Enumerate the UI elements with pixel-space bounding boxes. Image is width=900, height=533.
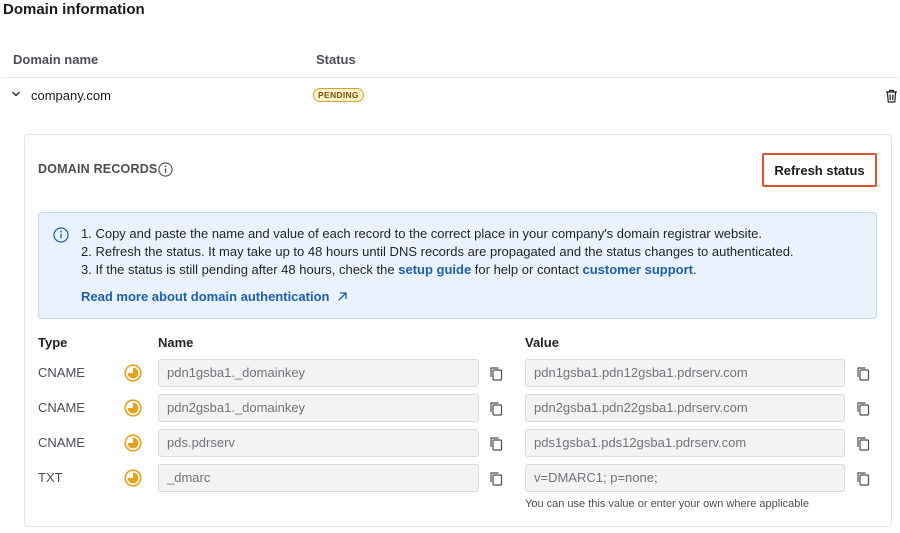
- record-name-field[interactable]: pds.pdrserv: [158, 429, 479, 457]
- status-badge: PENDING: [313, 88, 364, 102]
- read-more-link[interactable]: Read more about domain authentication: [81, 289, 348, 304]
- setup-guide-link[interactable]: setup guide: [398, 262, 471, 277]
- copy-icon[interactable]: [856, 401, 870, 416]
- column-header-status: Status: [316, 52, 356, 67]
- pending-status-icon: [124, 434, 142, 452]
- record-name-field[interactable]: pdn1gsba1._domainkey: [158, 359, 479, 387]
- chevron-down-icon[interactable]: [12, 90, 20, 98]
- external-link-icon: [338, 292, 347, 301]
- notice-step-3: 3. If the status is still pending after …: [81, 262, 697, 277]
- read-more-label: Read more about domain authentication: [81, 289, 330, 304]
- value-helper-text: You can use this value or enter your own…: [525, 498, 809, 510]
- notice-step-2: 2. Refresh the status. It may take up to…: [81, 244, 794, 259]
- copy-icon[interactable]: [489, 401, 503, 416]
- refresh-status-button[interactable]: Refresh status: [762, 153, 877, 187]
- instructions-notice: 1. Copy and paste the name and value of …: [38, 212, 877, 319]
- copy-icon[interactable]: [856, 471, 870, 486]
- notice-step-3-suffix: .: [692, 262, 697, 277]
- column-header-domain-name: Domain name: [13, 52, 99, 67]
- record-value-field[interactable]: pds1gsba1.pds12gsba1.pdrserv.com: [525, 429, 845, 457]
- domain-row: company.com PENDING: [0, 80, 900, 110]
- copy-icon[interactable]: [856, 436, 870, 451]
- page-title: Domain information: [3, 1, 145, 18]
- record-type: CNAME: [38, 435, 85, 450]
- card-title: DOMAIN RECORDS: [38, 162, 158, 176]
- info-icon[interactable]: [158, 162, 173, 177]
- copy-icon[interactable]: [856, 366, 870, 381]
- column-header-type: Type: [38, 335, 68, 350]
- record-name-field[interactable]: pdn2gsba1._domainkey: [158, 394, 479, 422]
- header-divider: [2, 77, 898, 78]
- trash-icon[interactable]: [885, 89, 898, 103]
- pending-status-icon: [124, 364, 142, 382]
- record-value-field[interactable]: pdn1gsba1.pdn12gsba1.pdrserv.com: [525, 359, 845, 387]
- pending-status-icon: [124, 469, 142, 487]
- record-type: CNAME: [38, 365, 85, 380]
- record-value-field[interactable]: v=DMARC1; p=none;: [525, 464, 845, 492]
- pending-status-icon: [124, 399, 142, 417]
- copy-icon[interactable]: [489, 436, 503, 451]
- notice-step-1: 1. Copy and paste the name and value of …: [81, 226, 763, 241]
- copy-icon[interactable]: [489, 366, 503, 381]
- record-type: CNAME: [38, 400, 85, 415]
- notice-step-3-middle: for help or contact: [471, 262, 583, 277]
- column-header-value: Value: [525, 335, 559, 350]
- info-icon: [53, 227, 69, 243]
- column-header-name: Name: [158, 335, 194, 350]
- customer-support-link[interactable]: customer support: [582, 262, 693, 277]
- record-type: TXT: [38, 470, 63, 485]
- notice-step-3-prefix: 3. If the status is still pending after …: [81, 262, 399, 277]
- copy-icon[interactable]: [489, 471, 503, 486]
- record-value-field[interactable]: pdn2gsba1.pdn22gsba1.pdrserv.com: [525, 394, 845, 422]
- record-name-field[interactable]: _dmarc: [158, 464, 479, 492]
- domain-name: company.com: [31, 88, 111, 103]
